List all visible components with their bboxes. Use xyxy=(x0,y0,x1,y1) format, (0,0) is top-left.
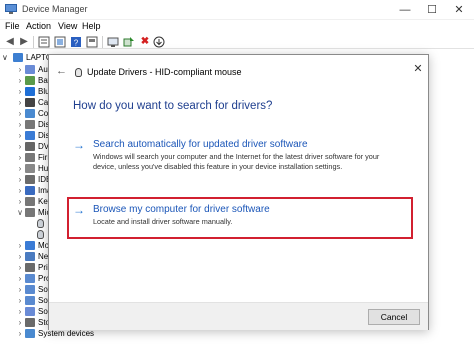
refresh-icon[interactable] xyxy=(54,36,66,48)
title-bar: Device Manager — ☐ ✕ xyxy=(0,0,474,20)
firmware-icon xyxy=(25,153,35,162)
update-driver-icon[interactable] xyxy=(123,36,135,48)
camera-icon xyxy=(25,98,35,107)
hid-icon xyxy=(25,164,35,173)
network-icon xyxy=(25,252,35,261)
svg-text:?: ? xyxy=(74,39,79,48)
imaging-icon xyxy=(25,186,35,195)
disk-icon xyxy=(25,120,35,129)
display-icon xyxy=(25,131,35,140)
back-icon[interactable]: ◀ xyxy=(4,36,16,48)
toolbar: ◀ ▶ ? ✖ xyxy=(0,35,474,49)
computer-icon xyxy=(13,53,23,62)
browse-computer-option[interactable]: → Browse my computer for driver software… xyxy=(71,203,411,233)
device-manager-icon xyxy=(5,4,17,14)
window-title: Device Manager xyxy=(22,4,88,14)
keyboard-icon xyxy=(25,197,35,206)
processor-icon xyxy=(25,274,35,283)
battery-icon xyxy=(25,76,35,85)
menu-view[interactable]: View xyxy=(58,21,77,31)
option-description: Locate and install driver software manua… xyxy=(93,217,233,226)
dialog-title: Update Drivers - HID-compliant mouse xyxy=(87,67,242,77)
storage-icon xyxy=(25,318,35,327)
arrow-right-icon: → xyxy=(73,138,85,152)
system-icon xyxy=(25,329,35,338)
update-drivers-dialog: ← Update Drivers - HID-compliant mouse ✕… xyxy=(48,54,429,330)
back-arrow-icon[interactable]: ← xyxy=(56,65,67,77)
view-icon[interactable] xyxy=(86,36,98,48)
mouse-icon xyxy=(25,208,35,217)
minimize-button[interactable]: — xyxy=(392,0,418,20)
maximize-button[interactable]: ☐ xyxy=(419,0,445,20)
ide-icon xyxy=(25,175,35,184)
properties-icon[interactable] xyxy=(38,36,50,48)
arrow-right-icon: → xyxy=(73,203,85,217)
sound-icon xyxy=(25,307,35,316)
menu-bar: File Action View Help xyxy=(0,20,474,35)
mouse-icon xyxy=(75,68,82,77)
dialog-question: How do you want to search for drivers? xyxy=(73,100,273,112)
print-icon xyxy=(25,263,35,272)
chevron-down-icon[interactable]: ∨ xyxy=(2,52,8,64)
bluetooth-icon xyxy=(25,87,35,96)
download-icon[interactable] xyxy=(153,36,165,48)
forward-icon[interactable]: ▶ xyxy=(18,36,30,48)
audio-icon xyxy=(25,65,35,74)
software-icon xyxy=(25,296,35,305)
menu-action[interactable]: Action xyxy=(26,21,51,31)
search-automatically-option[interactable]: → Search automatically for updated drive… xyxy=(71,138,411,188)
option-title: Search automatically for updated driver … xyxy=(93,139,308,150)
close-button[interactable]: ✕ xyxy=(446,0,472,20)
option-title: Browse my computer for driver software xyxy=(93,204,270,215)
computer-icon xyxy=(25,109,35,118)
mouse-icon xyxy=(37,219,44,228)
dvd-icon xyxy=(25,142,35,151)
uninstall-icon[interactable]: ✖ xyxy=(139,36,151,48)
dialog-close-button[interactable]: ✕ xyxy=(410,62,426,76)
cancel-button[interactable]: Cancel xyxy=(368,309,420,325)
menu-file[interactable]: File xyxy=(5,21,20,31)
help-icon[interactable]: ? xyxy=(70,36,82,48)
monitor-icon xyxy=(25,241,35,250)
chevron-right-icon[interactable]: › xyxy=(16,328,24,340)
dialog-footer: Cancel xyxy=(49,302,428,330)
toolbar-separator xyxy=(102,36,103,48)
option-description: Windows will search your computer and th… xyxy=(93,152,380,171)
toolbar-separator xyxy=(33,36,34,48)
mouse-icon xyxy=(37,230,44,239)
scan-hardware-icon[interactable] xyxy=(107,36,119,48)
menu-help[interactable]: Help xyxy=(82,21,101,31)
software-icon xyxy=(25,285,35,294)
